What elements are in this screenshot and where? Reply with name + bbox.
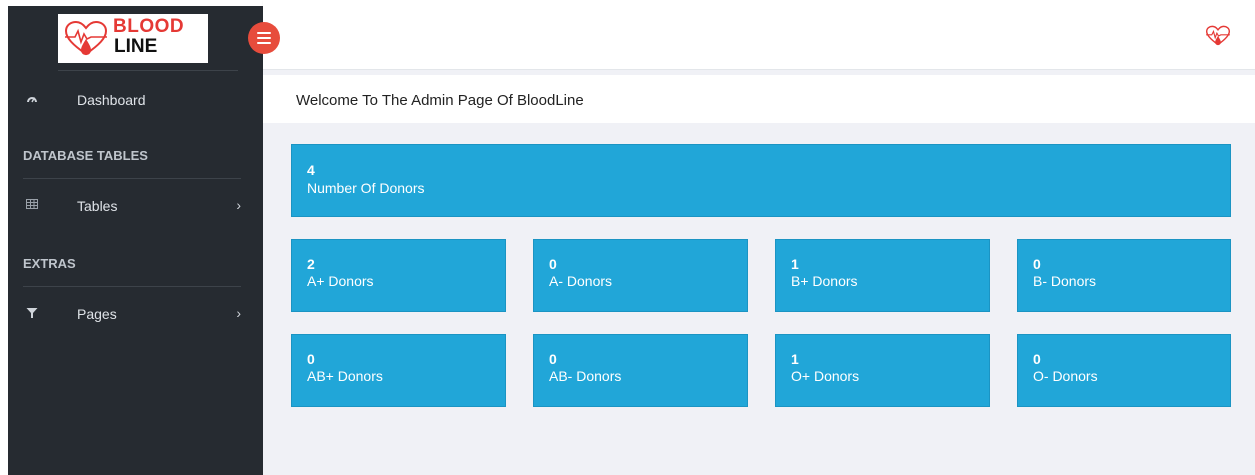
main-content: Welcome To The Admin Page Of BloodLine 4… bbox=[263, 70, 1255, 475]
card-label: A+ Donors bbox=[307, 273, 374, 289]
section-title-extras: EXTRAS bbox=[23, 256, 76, 271]
brand-name-line2: LINE bbox=[114, 36, 158, 57]
donor-group-card[interactable]: 0 AB- Donors bbox=[533, 334, 748, 407]
funnel-icon bbox=[26, 307, 38, 321]
brand-logo[interactable]: BLOOD LINE bbox=[58, 14, 208, 63]
brand-name-line1: BLOOD bbox=[113, 16, 185, 37]
section-title-database-tables: DATABASE TABLES bbox=[23, 148, 148, 163]
dashboard-icon bbox=[26, 93, 38, 107]
donor-group-card[interactable]: 0 O- Donors bbox=[1017, 334, 1231, 407]
welcome-bar: Welcome To The Admin Page Of BloodLine bbox=[263, 75, 1255, 123]
chevron-right-icon: › bbox=[236, 305, 241, 321]
donor-group-card[interactable]: 0 AB+ Donors bbox=[291, 334, 506, 407]
sidebar-item-pages[interactable]: Pages › bbox=[8, 300, 263, 330]
card-label: A- Donors bbox=[549, 273, 613, 289]
card-value: 2 bbox=[307, 256, 315, 272]
page-title: Welcome To The Admin Page Of BloodLine bbox=[296, 92, 584, 109]
card-value: 0 bbox=[549, 256, 557, 272]
heart-logo-icon bbox=[64, 20, 108, 56]
donor-group-card[interactable]: 0 B- Donors bbox=[1017, 239, 1231, 312]
sidebar-toggle-button[interactable] bbox=[248, 22, 280, 54]
card-value: 0 bbox=[1033, 256, 1041, 272]
donor-group-card[interactable]: 0 A- Donors bbox=[533, 239, 748, 312]
donor-group-card[interactable]: 2 A+ Donors bbox=[291, 239, 506, 312]
chevron-right-icon: › bbox=[236, 197, 241, 213]
card-label: B+ Donors bbox=[791, 273, 858, 289]
card-label: AB- Donors bbox=[549, 368, 622, 384]
card-label: Number Of Donors bbox=[307, 180, 425, 196]
card-label: AB+ Donors bbox=[307, 368, 383, 384]
total-donors-card[interactable]: 4 Number Of Donors bbox=[291, 144, 1231, 217]
card-value: 1 bbox=[791, 256, 799, 272]
divider bbox=[23, 178, 241, 179]
sidebar-item-label: Dashboard bbox=[77, 92, 146, 108]
card-label: O+ Donors bbox=[791, 368, 860, 384]
sidebar-item-dashboard[interactable]: Dashboard bbox=[8, 86, 263, 116]
card-value: 0 bbox=[549, 351, 557, 367]
card-label: O- Donors bbox=[1033, 368, 1098, 384]
sidebar-item-label: Tables bbox=[77, 198, 118, 214]
top-bar bbox=[263, 0, 1255, 70]
donor-group-card[interactable]: 1 B+ Donors bbox=[775, 239, 990, 312]
menu-icon bbox=[257, 32, 271, 34]
card-value: 4 bbox=[307, 162, 315, 178]
card-label: B- Donors bbox=[1033, 273, 1097, 289]
table-icon bbox=[26, 199, 38, 213]
card-value: 0 bbox=[1033, 351, 1041, 367]
heart-logo-icon[interactable] bbox=[1205, 24, 1231, 53]
sidebar: BLOOD LINE Dashboard DATABASE TABLES Tab… bbox=[8, 6, 263, 475]
sidebar-item-tables[interactable]: Tables › bbox=[8, 192, 263, 222]
divider bbox=[58, 70, 238, 71]
sidebar-item-label: Pages bbox=[77, 306, 117, 322]
card-value: 0 bbox=[307, 351, 315, 367]
donor-group-card[interactable]: 1 O+ Donors bbox=[775, 334, 990, 407]
divider bbox=[23, 286, 241, 287]
card-value: 1 bbox=[791, 351, 799, 367]
